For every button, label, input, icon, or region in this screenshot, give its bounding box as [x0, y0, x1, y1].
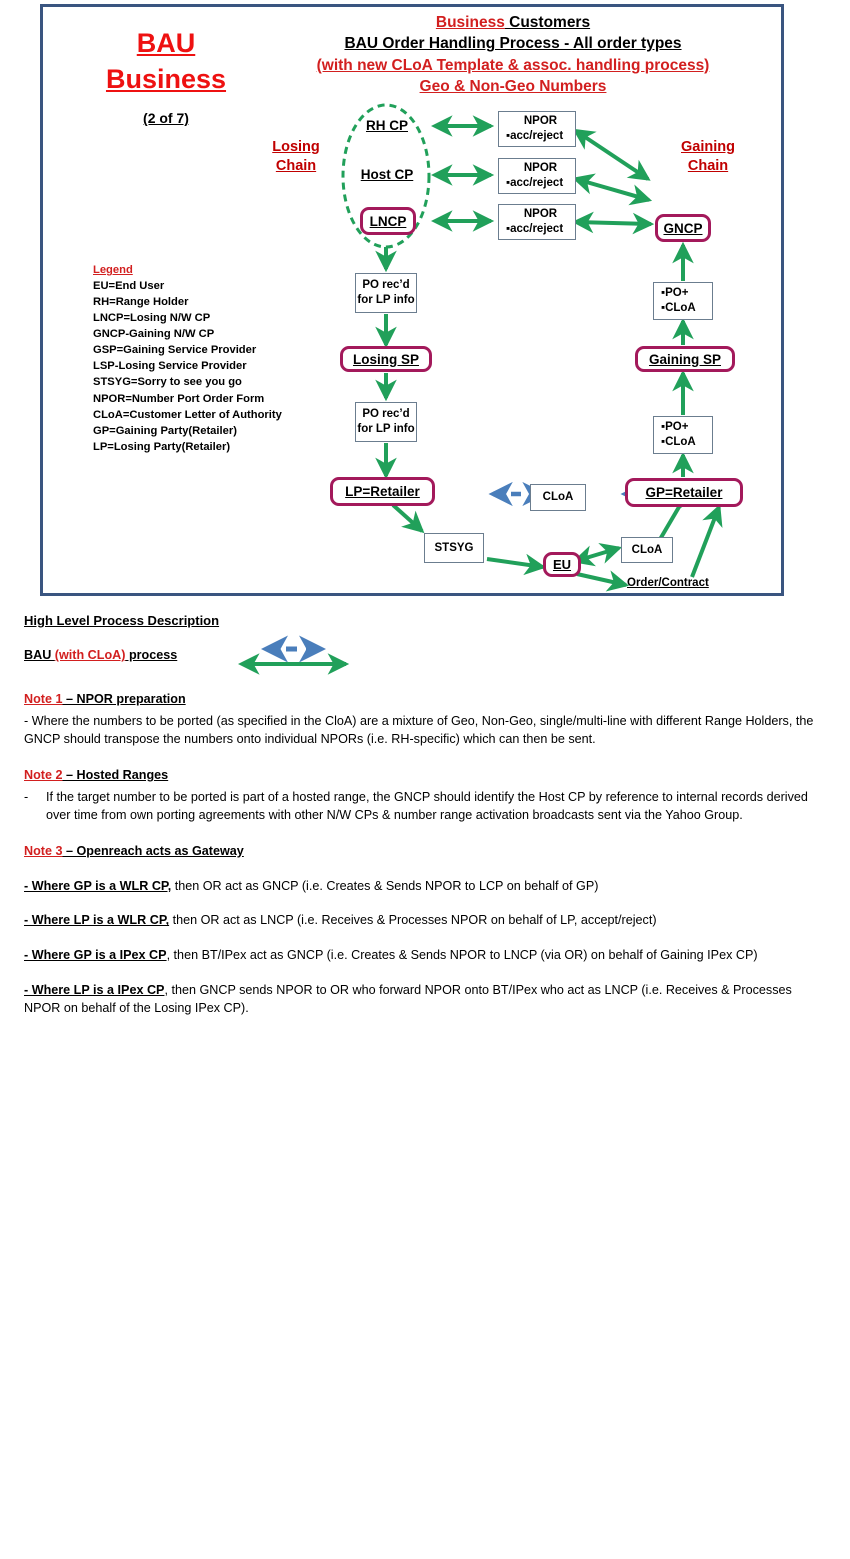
npor-title: NPOR [523, 115, 558, 128]
node-gncp[interactable]: GNCP [655, 214, 711, 242]
legend: Legend EU=End User RH=Range Holder LNCP=… [93, 262, 343, 455]
po-plus: ▪PO+ [661, 421, 689, 434]
note3-item-lead: - Where GP is a WLR CP, [24, 878, 172, 893]
note1-title-b: – NPOR preparation [62, 692, 186, 707]
node-lp-retailer[interactable]: LP=Retailer [330, 477, 435, 506]
legend-item: GNCP-Gaining N/W CP [93, 328, 215, 341]
note3-item-rest: , then BT/IPex act as GNCP (i.e. Creates… [166, 948, 758, 963]
note3-item: - Where LP is a IPex CP, then GNCP sends… [24, 982, 829, 1018]
diagram-frame: BAU Business (2 of 7) Business Customers… [40, 4, 784, 596]
note2-bullet: - [24, 789, 29, 804]
legend-item: LNCP=Losing N/W CP [93, 312, 211, 325]
losing-chain-line2: Chain [275, 157, 317, 174]
npor-sub: ▪acc/reject [506, 130, 564, 142]
node-gp-retailer[interactable]: GP=Retailer [625, 478, 743, 507]
order-contract-label: Order/Contract [627, 577, 709, 589]
stsyg-box[interactable]: STSYG [424, 533, 484, 563]
npor-box-2[interactable]: NPOR ▪acc/reject [498, 158, 576, 194]
node-losing-sp[interactable]: Losing SP [340, 346, 432, 372]
legend-item: GP=Gaining Party(Retailer) [93, 424, 237, 437]
page-title-side: BAU Business [101, 25, 231, 98]
note2-body: If the target number to be ported is par… [46, 789, 808, 822]
legend-item: RH=Range Holder [93, 296, 189, 309]
npor-sub: ▪acc/reject [506, 223, 564, 235]
gaining-chain-label: Gaining Chain [663, 138, 753, 176]
side-subtitle: (2 of 7) [143, 110, 189, 126]
node-lncp[interactable]: LNCP [360, 207, 416, 235]
note2-title: Note 2 – Hosted Ranges [24, 767, 829, 785]
notes-section: High Level Process Description BAU (with… [24, 612, 829, 1018]
po-received-line2: for LP info [357, 423, 415, 435]
note2-title-a: Note 2 [24, 768, 63, 783]
document-title: Business Customers BAU Order Handling Pr… [233, 12, 793, 98]
bau-legend-row: BAU (with CLoA) process [24, 635, 829, 676]
cloa-bullet: ▪CLoA [661, 302, 696, 314]
node-gaining-sp[interactable]: Gaining SP [635, 346, 735, 372]
legend-item: NPOR=Number Port Order Form [93, 392, 265, 405]
legend-item: STSYG=Sorry to see you go [93, 376, 242, 389]
po-cloa-box-1[interactable]: ▪PO+ ▪CLoA [653, 282, 713, 320]
arrow-key-icon [238, 635, 350, 676]
bau-legend-label: BAU (with CLoA) process [24, 647, 177, 665]
cloa-box-lower[interactable]: CLoA [621, 537, 673, 563]
cloa-bullet: ▪CLoA [661, 436, 696, 448]
note1-body: - Where the numbers to be ported (as spe… [24, 714, 814, 747]
bau-legend-b: (with CLoA) [54, 648, 126, 663]
npor-box-1[interactable]: NPOR ▪acc/reject [498, 111, 576, 147]
side-title-line1: BAU [136, 28, 196, 58]
note3-title-a: Note 3 [24, 843, 63, 858]
note2-bullet-row: - If the target number to be ported is p… [24, 789, 829, 825]
npor-box-3[interactable]: NPOR ▪acc/reject [498, 204, 576, 240]
note3-item-lead: - Where LP is a WLR CP, [24, 913, 170, 928]
npor-sub: ▪acc/reject [506, 177, 564, 189]
title-line3: (with new CLoA Template & assoc. handlin… [316, 56, 710, 74]
note3-item-lead: - Where LP is a IPex CP [24, 983, 165, 998]
legend-item: EU=End User [93, 280, 165, 293]
note3-item: - Where GP is a IPex CP, then BT/IPex ac… [24, 947, 829, 965]
note2-title-b: – Hosted Ranges [62, 768, 169, 783]
po-received-line1: PO rec’d [362, 408, 410, 421]
cloa-box-middle[interactable]: CLoA [530, 484, 586, 511]
note3-title: Note 3 – Openreach acts as Gateway [24, 843, 829, 861]
note1-title: Note 1 – NPOR preparation [24, 691, 829, 709]
note3-item-rest: then OR act as LNCP (i.e. Receives & Pro… [169, 913, 657, 928]
po-cloa-box-2[interactable]: ▪PO+ ▪CLoA [653, 416, 713, 454]
node-rh-cp[interactable]: RH CP [356, 118, 418, 133]
title-line1-a: Business [435, 14, 505, 31]
po-received-box-2[interactable]: PO rec’d for LP info [355, 402, 417, 442]
note3-item: - Where LP is a WLR CP, then OR act as L… [24, 912, 829, 930]
npor-title: NPOR [523, 162, 558, 175]
note1-title-a: Note 1 [24, 692, 63, 707]
title-line4: Geo & Non-Geo Numbers [419, 78, 607, 96]
title-line2: BAU Order Handling Process - All order t… [344, 35, 682, 53]
gaining-chain-line1: Gaining [681, 139, 735, 155]
bau-legend-c: process [125, 648, 178, 663]
legend-item: LSP-Losing Service Provider [93, 360, 247, 373]
note3-item: - Where GP is a WLR CP, then OR act as G… [24, 878, 829, 896]
note3-title-b: – Openreach acts as Gateway [62, 843, 244, 858]
po-received-line2: for LP info [357, 294, 415, 306]
note3-item-lead: - Where GP is a IPex CP [24, 948, 167, 963]
losing-chain-line1: Losing [272, 139, 320, 155]
legend-item: CLoA=Customer Letter of Authority [93, 408, 282, 421]
node-eu[interactable]: EU [543, 552, 581, 577]
npor-title: NPOR [523, 208, 558, 221]
legend-title: Legend [93, 264, 133, 276]
title-line1-b: Customers [504, 14, 591, 31]
losing-chain-label: Losing Chain [256, 138, 336, 176]
side-title-line2: Business [105, 64, 227, 95]
node-host-cp[interactable]: Host CP [349, 167, 425, 182]
legend-item: LP=Losing Party(Retailer) [93, 440, 231, 453]
po-received-line1: PO rec’d [362, 279, 410, 292]
note3-item-rest: then OR act as GNCP (i.e. Creates & Send… [171, 878, 599, 893]
high-level-process-heading: High Level Process Description [24, 613, 220, 628]
po-plus: ▪PO+ [661, 287, 689, 300]
po-received-box-1[interactable]: PO rec’d for LP info [355, 273, 417, 313]
gaining-chain-line2: Chain [687, 157, 729, 174]
legend-item: GSP=Gaining Service Provider [93, 344, 257, 357]
bau-legend-a: BAU [24, 648, 55, 663]
